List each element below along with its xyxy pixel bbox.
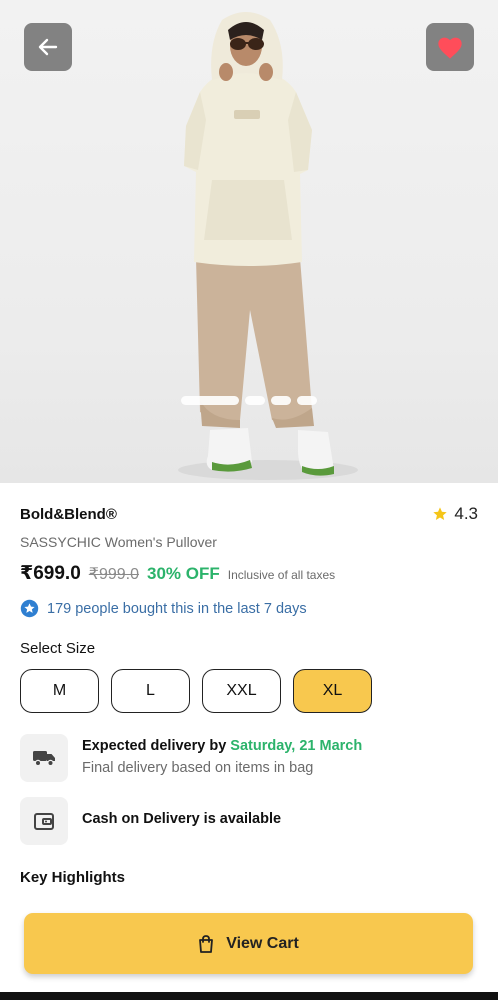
- back-button[interactable]: [24, 23, 72, 71]
- key-highlights-title: Key Highlights: [20, 869, 126, 886]
- delivery-tile: [20, 734, 68, 782]
- delivery-date: Saturday, 21 March: [230, 738, 363, 754]
- size-section-title: Select Size: [20, 640, 96, 657]
- original-price: ₹999.0: [88, 566, 139, 583]
- wallet-icon: [34, 813, 54, 830]
- carousel-dot[interactable]: [297, 396, 317, 405]
- arrow-left-icon: [38, 38, 58, 56]
- carousel-dot-active[interactable]: [181, 396, 239, 405]
- tax-note: Inclusive of all taxes: [227, 568, 336, 582]
- truck-icon: [33, 751, 55, 767]
- discount-label: 30% OFF: [147, 564, 220, 583]
- wishlist-button[interactable]: [426, 23, 474, 71]
- cod-info: Cash on Delivery is available: [20, 797, 281, 845]
- carousel-dot[interactable]: [271, 396, 291, 405]
- view-cart-label: View Cart: [226, 934, 299, 952]
- social-proof: 179 people bought this in the last 7 day…: [20, 599, 307, 618]
- size-option-l[interactable]: L: [111, 669, 190, 713]
- social-proof-text: 179 people bought this in the last 7 day…: [47, 600, 307, 617]
- delivery-title: Expected delivery by Saturday, 21 March: [82, 738, 362, 754]
- system-navigation-bar: [0, 992, 498, 1000]
- product-image-carousel[interactable]: [0, 0, 498, 483]
- rating-value: 4.3: [454, 504, 478, 523]
- shopping-bag-icon: [199, 934, 214, 953]
- delivery-info: Expected delivery by Saturday, 21 March …: [20, 734, 362, 782]
- size-option-xl[interactable]: XL: [293, 669, 372, 713]
- delivery-subtitle: Final delivery based on items in bag: [82, 760, 314, 776]
- brand-row: Bold&Blend® 4.3: [20, 504, 478, 524]
- brand-name[interactable]: Bold&Blend®: [20, 506, 117, 523]
- cod-title: Cash on Delivery is available: [82, 811, 282, 827]
- carousel-indicator: [0, 396, 498, 405]
- star-badge-icon: [20, 599, 39, 618]
- view-cart-button[interactable]: View Cart: [24, 913, 473, 974]
- price-row: ₹699.0 ₹999.0 30% OFF Inclusive of all t…: [20, 562, 335, 585]
- carousel-dot[interactable]: [245, 396, 265, 405]
- selling-price: ₹699.0: [20, 563, 81, 584]
- delivery-prefix: Expected delivery by: [82, 738, 227, 754]
- heart-icon: [438, 37, 462, 59]
- size-selector: M L XXL XL: [20, 669, 372, 713]
- size-option-xxl[interactable]: XXL: [202, 669, 281, 713]
- cod-tile: [20, 797, 68, 845]
- product-name: SASSYCHIC Women's Pullover: [20, 534, 217, 550]
- star-icon: [433, 507, 448, 520]
- size-option-m[interactable]: M: [20, 669, 99, 713]
- product-photo: [178, 12, 358, 480]
- rating: 4.3: [432, 504, 478, 524]
